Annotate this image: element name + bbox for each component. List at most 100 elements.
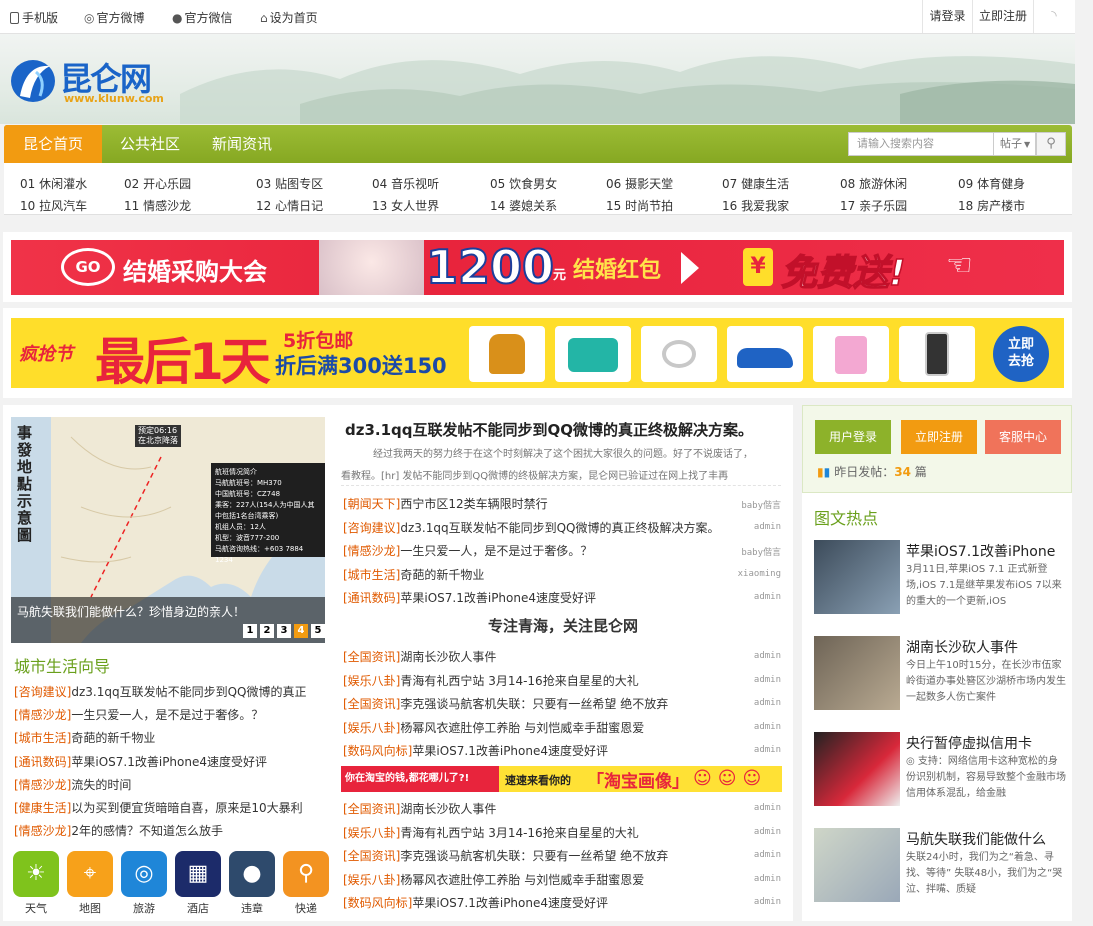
- list-item-title[interactable]: 苹果iOS7.1改善iPhone4速度受好评: [412, 896, 608, 910]
- hot-item-title[interactable]: 央行暂停虚拟信用卡: [906, 733, 1032, 753]
- list-item-title[interactable]: 苹果iOS7.1改善iPhone4速度受好评: [71, 755, 267, 769]
- list-item-category[interactable]: [通讯数码]: [343, 591, 400, 605]
- weixin-link[interactable]: ● 官方微信: [172, 9, 233, 26]
- nav-news[interactable]: 新闻资讯: [200, 125, 284, 163]
- list-item-title[interactable]: 以为买到便宜货暗暗自喜，原来是10大暴利: [71, 801, 302, 815]
- list-item-category[interactable]: [数码风向标]: [343, 744, 412, 758]
- category-link[interactable]: 05 饮食男女: [490, 175, 557, 192]
- category-link[interactable]: 04 音乐视听: [372, 175, 439, 192]
- product-shoe-image[interactable]: [727, 326, 803, 382]
- list-item[interactable]: [健康生活]以为买到便宜货暗暗自喜，原来是10大暴利: [14, 799, 330, 816]
- register-link[interactable]: 立即注册: [972, 0, 1034, 33]
- weather-icon[interactable]: ☀: [13, 851, 59, 897]
- app-label[interactable]: 快递: [283, 900, 329, 916]
- list-item-author[interactable]: admin: [754, 675, 781, 685]
- category-link[interactable]: 02 开心乐园: [124, 175, 191, 192]
- app-label[interactable]: 地图: [67, 900, 113, 916]
- category-link[interactable]: 10 拉风汽车: [20, 197, 87, 214]
- wedding-banner[interactable]: GO 结婚采购大会 1200 元 结婚红包 ¥ 免费送! ☜: [11, 240, 1064, 295]
- traffic-light-icon[interactable]: ●: [229, 851, 275, 897]
- hot-thumbnail[interactable]: [814, 636, 900, 710]
- category-link[interactable]: 09 体育健身: [958, 175, 1025, 192]
- hotel-icon[interactable]: ▦: [175, 851, 221, 897]
- list-item-title[interactable]: 杨幂风衣遮肚停工养胎 与刘恺威幸手甜蜜恩爱: [400, 873, 644, 887]
- list-item-title[interactable]: 奇葩的新千物业: [71, 731, 155, 745]
- list-item-category[interactable]: [咨询建议]: [343, 521, 400, 535]
- list-item[interactable]: [娱乐八卦]青海有礼西宁站 3月14-16抢来自星星的大礼: [343, 672, 735, 689]
- hot-item-title[interactable]: 苹果iOS7.1改善iPhone: [906, 541, 1055, 561]
- list-item-author[interactable]: admin: [754, 722, 781, 732]
- app-label[interactable]: 旅游: [121, 900, 167, 916]
- list-item-author[interactable]: admin: [754, 522, 781, 532]
- list-item-title[interactable]: 青海有礼西宁站 3月14-16抢来自星星的大礼: [400, 826, 638, 840]
- list-item[interactable]: [情感沙龙]一生只爱一人，是不是过于奢侈。？: [343, 542, 735, 559]
- login-link[interactable]: 请登录: [922, 0, 972, 33]
- logo-icon[interactable]: [6, 56, 60, 106]
- category-link[interactable]: 06 摄影天堂: [606, 175, 673, 192]
- list-item-author[interactable]: admin: [754, 874, 781, 884]
- list-item[interactable]: [数码风向标]苹果iOS7.1改善iPhone4速度受好评: [343, 894, 735, 911]
- list-item-category[interactable]: [全国资讯]: [343, 802, 400, 816]
- taobao-ad[interactable]: 你在淘宝的钱,都花哪儿了?! 速速来看你的 「淘宝画像」 ☺☺☺: [341, 766, 782, 792]
- list-item-title[interactable]: 2年的感情？不知道怎么放手: [71, 824, 223, 838]
- category-link[interactable]: 07 健康生活: [722, 175, 789, 192]
- list-item[interactable]: [娱乐八卦]杨幂风衣遮肚停工养胎 与刘恺威幸手甜蜜恩爱: [343, 719, 735, 736]
- list-item[interactable]: [全国资讯]李克强谈马航客机失联：只要有一丝希望 绝不放弃: [343, 847, 735, 864]
- list-item-author[interactable]: xiaoming: [738, 569, 781, 579]
- category-link[interactable]: 03 贴图专区: [256, 175, 323, 192]
- list-item-title[interactable]: 湖南长沙砍人事件: [400, 650, 496, 664]
- list-item-title[interactable]: 流失的时间: [71, 778, 131, 792]
- express-icon[interactable]: ⚲: [283, 851, 329, 897]
- list-item-author[interactable]: admin: [754, 592, 781, 602]
- list-item-title[interactable]: 李克强谈马航客机失联：只要有一丝希望 绝不放弃: [400, 849, 668, 863]
- list-item-title[interactable]: 李克强谈马航客机失联：只要有一丝希望 绝不放弃: [400, 697, 668, 711]
- list-item[interactable]: [通讯数码]苹果iOS7.1改善iPhone4速度受好评: [343, 589, 735, 606]
- list-item[interactable]: [娱乐八卦]青海有礼西宁站 3月14-16抢来自星星的大礼: [343, 824, 735, 841]
- list-item-author[interactable]: admin: [754, 850, 781, 860]
- hot-item-title[interactable]: 湖南长沙砍人事件: [906, 637, 1018, 657]
- product-ring-image[interactable]: [641, 326, 717, 382]
- nav-community[interactable]: 公共社区: [108, 125, 192, 163]
- slider-page-2[interactable]: 2: [260, 624, 274, 638]
- app-label[interactable]: 天气: [13, 900, 59, 916]
- list-item[interactable]: [情感沙龙]一生只爱一人，是不是过于奢侈。？: [14, 706, 330, 723]
- list-item-author[interactable]: baby偕言: [741, 545, 781, 558]
- list-item-category[interactable]: [娱乐八卦]: [343, 674, 400, 688]
- list-item[interactable]: [全国资讯]李克强谈马航客机失联：只要有一丝希望 绝不放弃: [343, 695, 735, 712]
- search-icon[interactable]: ⚲: [1036, 132, 1066, 156]
- list-item[interactable]: [情感沙龙]流失的时间: [14, 776, 330, 793]
- hot-thumbnail[interactable]: [814, 540, 900, 614]
- list-item-title[interactable]: 湖南长沙砍人事件: [400, 802, 496, 816]
- rss-icon[interactable]: ◝: [1034, 0, 1074, 33]
- list-item-category[interactable]: [城市生活]: [14, 731, 71, 745]
- user-login-button[interactable]: 用户登录: [815, 420, 891, 454]
- customer-service-button[interactable]: 客服中心: [985, 420, 1061, 454]
- list-item-author[interactable]: admin: [754, 897, 781, 907]
- list-item-title[interactable]: 西宁市区12类车辆限时禁行: [400, 497, 547, 511]
- user-register-button[interactable]: 立即注册: [901, 420, 977, 454]
- weibo-link[interactable]: ◎ 官方微博: [84, 9, 145, 26]
- list-item-category[interactable]: [全国资讯]: [343, 650, 400, 664]
- app-label[interactable]: 酒店: [175, 900, 221, 916]
- list-item-title[interactable]: 青海有礼西宁站 3月14-16抢来自星星的大礼: [400, 674, 638, 688]
- list-item[interactable]: [朝闻天下]西宁市区12类车辆限时禁行: [343, 495, 735, 512]
- travel-icon[interactable]: ◎: [121, 851, 167, 897]
- list-item[interactable]: [数码风向标]苹果iOS7.1改善iPhone4速度受好评: [343, 742, 735, 759]
- list-item[interactable]: [城市生活]奇葩的新千物业: [343, 566, 735, 583]
- list-item-category[interactable]: [情感沙龙]: [343, 544, 400, 558]
- list-item-title[interactable]: 奇葩的新千物业: [400, 568, 484, 582]
- list-item-category[interactable]: [情感沙龙]: [14, 778, 71, 792]
- category-link[interactable]: 16 我爱我家: [722, 197, 789, 214]
- list-item-title[interactable]: dz3.1qq互联发帖不能同步到QQ微博的真正: [71, 685, 306, 699]
- list-item[interactable]: [全国资讯]湖南长沙砍人事件: [343, 800, 735, 817]
- slider-caption[interactable]: 马航失联我们能做什么？珍惜身边的亲人！: [17, 603, 245, 620]
- list-item-title[interactable]: 一生只爱一人，是不是过于奢侈。？: [71, 708, 263, 722]
- hot-thumbnail[interactable]: [814, 732, 900, 806]
- list-item-title[interactable]: 杨幂风衣遮肚停工养胎 与刘恺威幸手甜蜜恩爱: [400, 721, 644, 735]
- news-slider[interactable]: 事發地點示意圖 预定06:16 在北京降落 航班情况简介 马航航班号：MH370 中国…: [11, 417, 325, 643]
- list-item[interactable]: [咨询建议]dz3.1qq互联发帖不能同步到QQ微博的真正终极解决方案。: [343, 519, 735, 536]
- slider-page-1[interactable]: 1: [243, 624, 257, 638]
- list-item[interactable]: [娱乐八卦]杨幂风衣遮肚停工养胎 与刘恺威幸手甜蜜恩爱: [343, 871, 735, 888]
- category-link[interactable]: 18 房产楼市: [958, 197, 1025, 214]
- category-link[interactable]: 13 女人世界: [372, 197, 439, 214]
